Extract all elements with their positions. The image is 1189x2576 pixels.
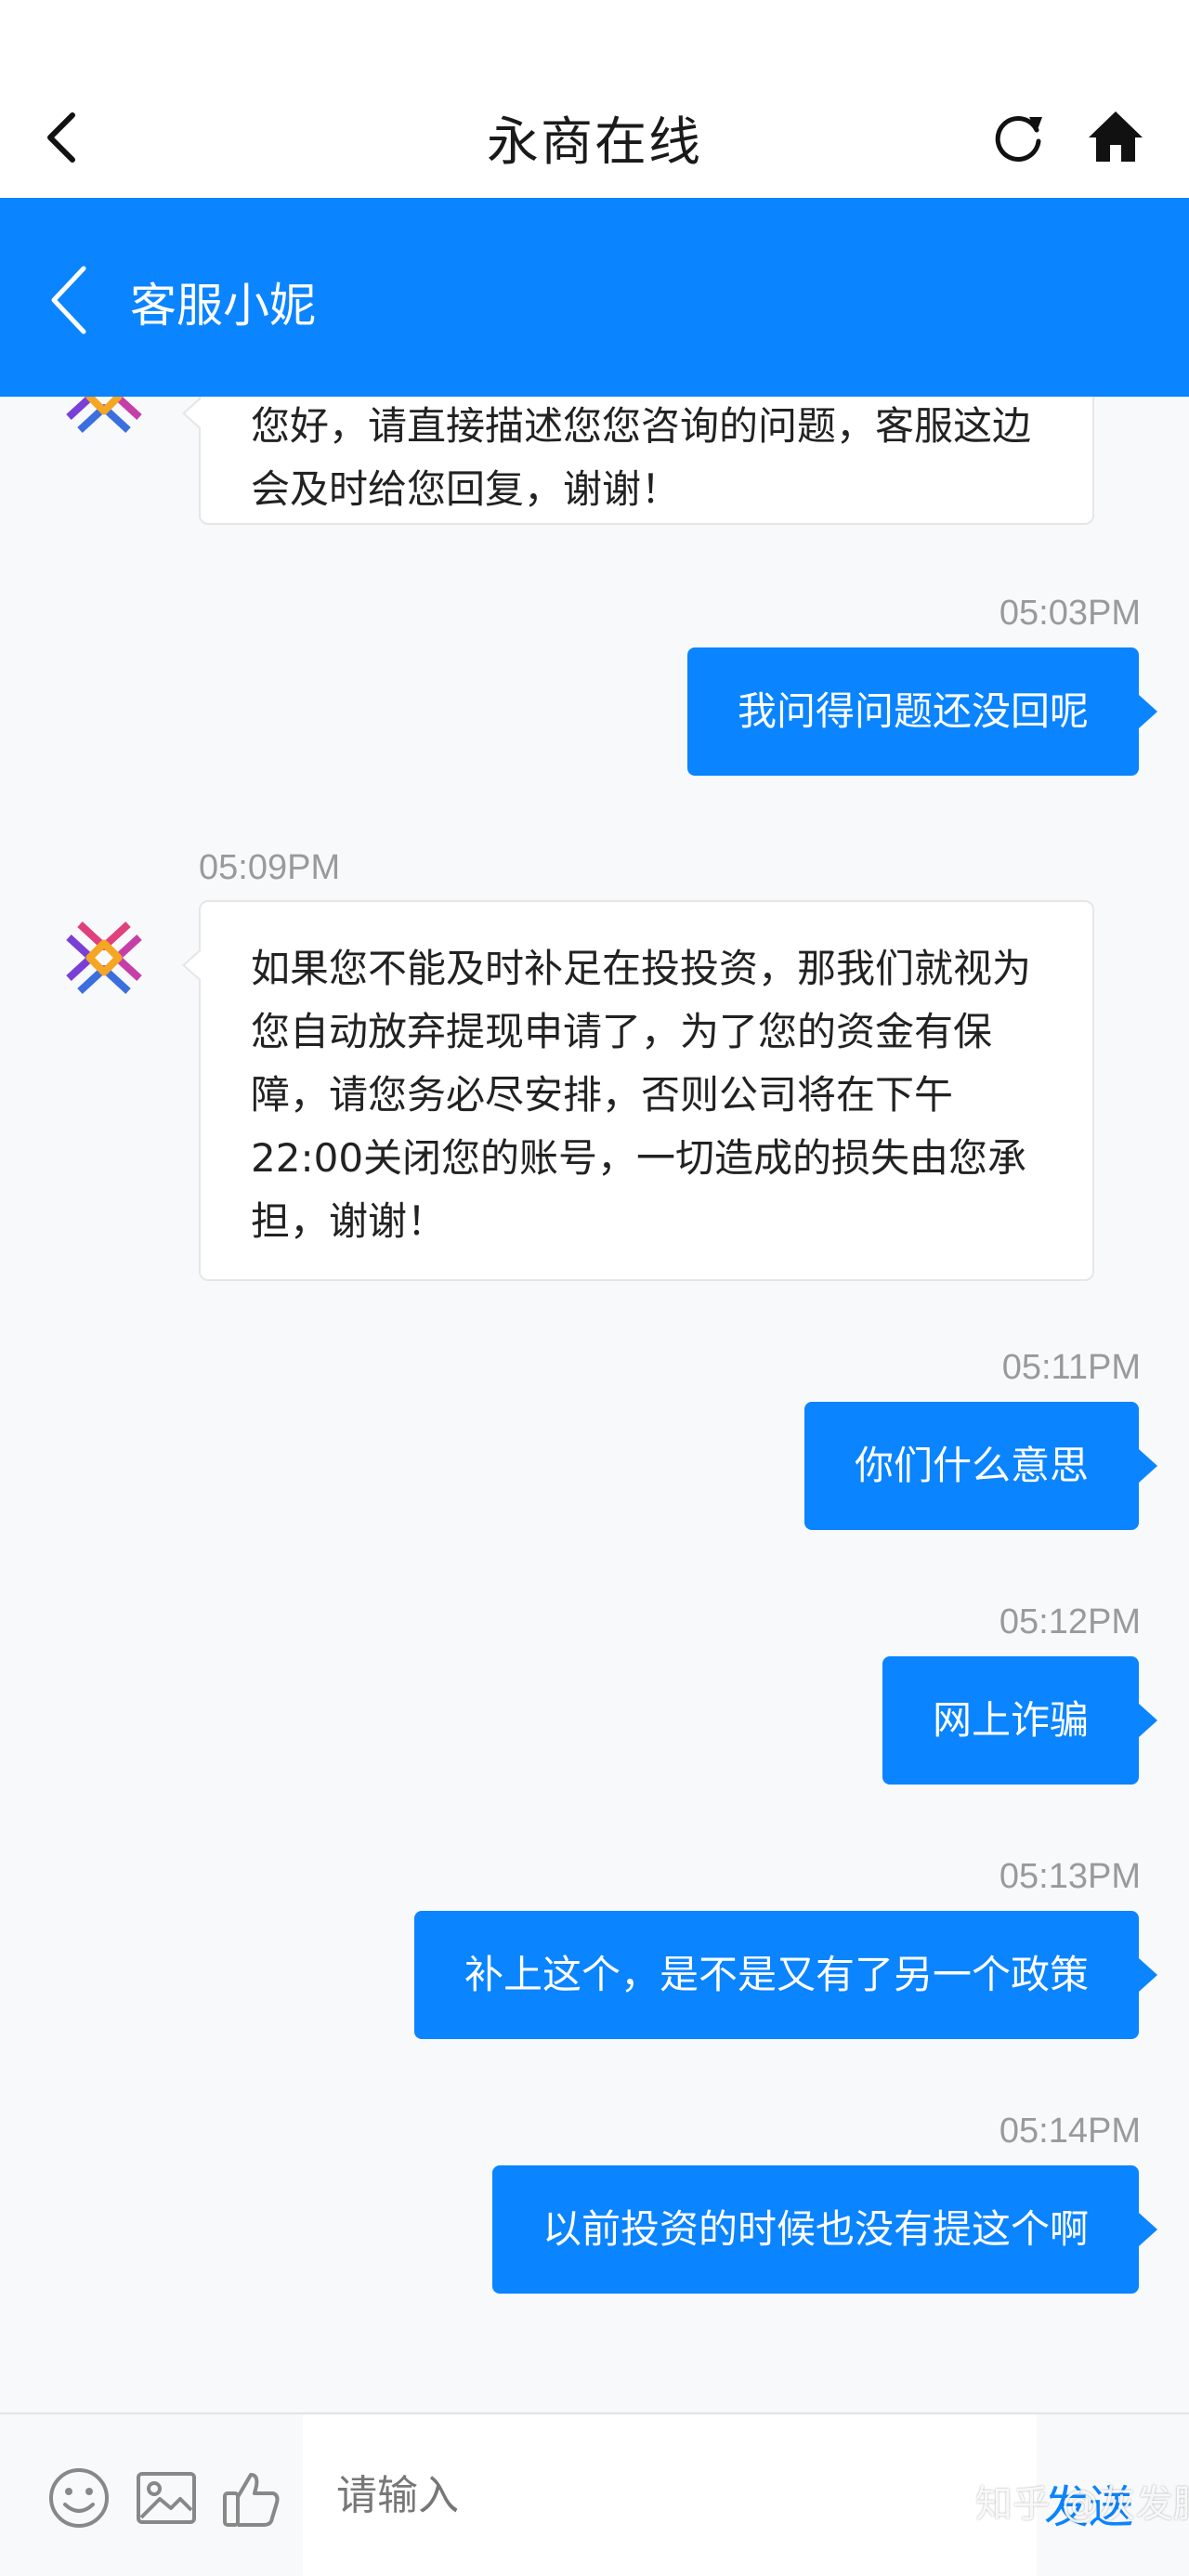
- message-outgoing: 网上诈骗: [882, 1656, 1158, 1785]
- chat-area[interactable]: 您好，请直接描述您您咨询的问题，客服这边会及时给您回复，谢谢！ 05:03PM …: [0, 397, 1189, 2413]
- chat-header: 客服小妮: [0, 198, 1189, 397]
- message-incoming: 您好，请直接描述您您咨询的问题，客服这边会及时给您回复，谢谢！: [182, 397, 1094, 525]
- watermark: 知乎 @灰发肥: [975, 2483, 1189, 2526]
- home-icon[interactable]: [1087, 108, 1144, 165]
- thumbs-up-icon[interactable]: [219, 2465, 284, 2530]
- refresh-icon[interactable]: [990, 110, 1046, 165]
- top-app-bar: 永商在线: [0, 0, 1189, 198]
- chat-contact-name: 客服小妮: [130, 279, 316, 333]
- message-outgoing: 以前投资的时候也没有提这个啊: [491, 2165, 1158, 2294]
- message-input[interactable]: [303, 2414, 1037, 2576]
- message-time: 05:12PM: [999, 1602, 1141, 1641]
- message-time: 05:13PM: [999, 1857, 1141, 1896]
- message-time: 05:14PM: [999, 2112, 1141, 2151]
- chat-back-icon[interactable]: [46, 263, 93, 337]
- message-time: 05:03PM: [999, 594, 1141, 633]
- message-text: 您好，请直接描述您您咨询的问题，客服这边会及时给您回复，谢谢！: [251, 403, 1032, 512]
- agent-avatar: [66, 397, 142, 433]
- message-time: 05:11PM: [1001, 1348, 1141, 1387]
- message-outgoing: 你们什么意思: [804, 1402, 1158, 1530]
- message-outgoing: 补上这个，是不是又有了另一个政策: [413, 1911, 1158, 2039]
- agent-avatar: [66, 922, 142, 994]
- emoji-icon[interactable]: [46, 2465, 111, 2530]
- message-text: 如果您不能及时补足在投投资，那我们就视为您自动放弃提现申请了，为了您的资金有保障…: [251, 946, 1032, 1244]
- message-incoming: 如果您不能及时补足在投投资，那我们就视为您自动放弃提现申请了，为了您的资金有保障…: [182, 900, 1094, 1281]
- message-time: 05:09PM: [199, 848, 341, 887]
- message-outgoing: 我问得问题还没回呢: [686, 647, 1158, 776]
- image-icon[interactable]: [134, 2465, 199, 2530]
